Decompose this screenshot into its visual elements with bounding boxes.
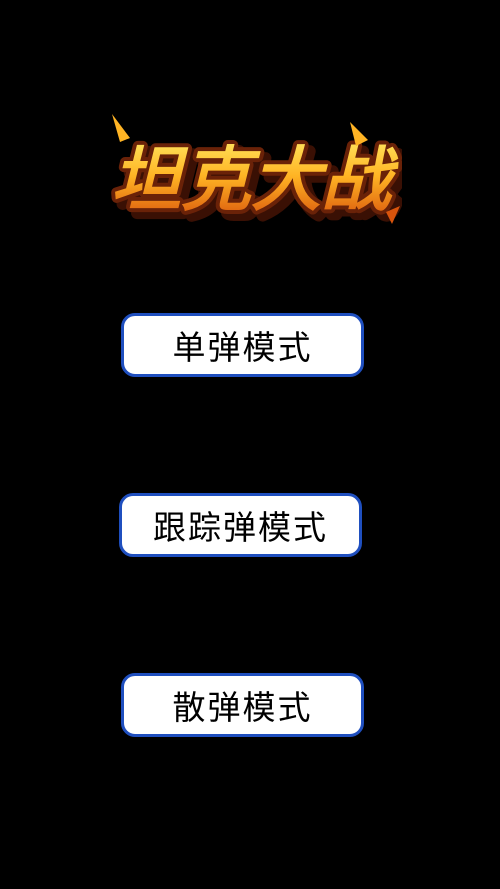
spread-shot-mode-button[interactable]: 散弹模式 [121,673,364,737]
homing-shot-mode-button[interactable]: 跟踪弹模式 [119,493,362,557]
flame-spike-icon [112,114,130,142]
single-shot-mode-button[interactable]: 单弹模式 [121,313,364,377]
logo-text: 坦克大战 [111,139,399,221]
single-shot-mode-label: 单弹模式 [172,328,313,367]
spread-shot-mode-label: 散弹模式 [172,688,313,727]
game-title-logo: 坦克大战 坦克大战 坦克大战 [100,108,402,230]
homing-shot-mode-label: 跟踪弹模式 [153,508,328,547]
